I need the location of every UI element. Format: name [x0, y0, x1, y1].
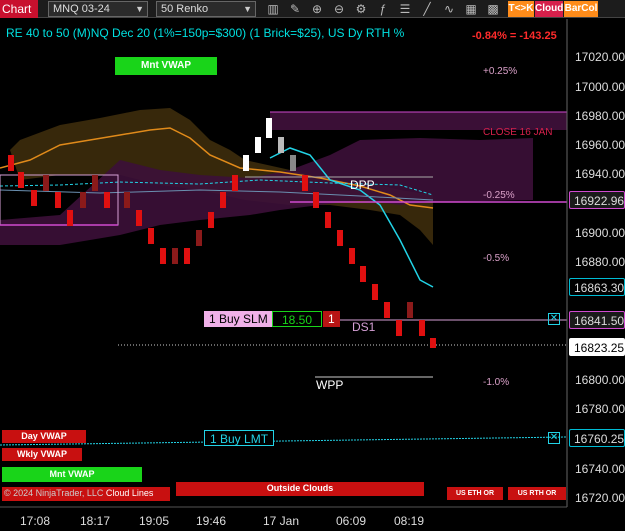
time-label: 19:05	[139, 514, 170, 528]
ds1-label: DS1	[352, 320, 376, 334]
wpp-label: WPP	[316, 378, 344, 392]
wkly-vwap-tag: Wkly VWAP	[2, 448, 82, 461]
price-tag-cyan: 16863.30	[569, 278, 625, 296]
close-order-icon[interactable]: ✕	[548, 313, 560, 325]
pct-label-minus-025: -0.25%	[483, 190, 515, 201]
price-label: 16720.00	[575, 491, 625, 505]
outside-clouds-tag: Outside Clouds	[176, 482, 424, 496]
us-rth-or-tag: US RTH OR	[508, 487, 566, 500]
day-vwap-tag: Day VWAP	[2, 430, 86, 443]
buy-slm-price[interactable]: 18.50	[272, 311, 322, 327]
time-label: 19:46	[196, 514, 227, 528]
pct-label-plus-025: +0.25%	[483, 66, 518, 77]
pnl-readout: -0.84% = -143.25	[472, 30, 557, 42]
buy-slm-order-label[interactable]: 1 Buy SLM	[204, 311, 273, 327]
price-label: 16960.00	[575, 138, 625, 152]
close-order-icon[interactable]: ✕	[548, 432, 560, 444]
close-label: CLOSE 16 JAN	[483, 127, 553, 138]
price-label: 16740.00	[575, 462, 625, 476]
price-label: 16780.00	[575, 402, 625, 416]
time-label: 08:19	[394, 514, 425, 528]
time-label: 17:08	[20, 514, 51, 528]
price-label: 17020.00	[575, 50, 625, 64]
price-label: 16900.00	[575, 226, 625, 240]
time-label: 06:09	[336, 514, 367, 528]
price-tag-current: 16823.25	[569, 338, 625, 356]
us-eth-or-tag: US ETH OR	[447, 487, 503, 500]
buy-slm-qty[interactable]: 1	[323, 311, 340, 327]
buy-lmt-order-label[interactable]: 1 Buy LMT	[204, 430, 275, 446]
price-label: 17000.00	[575, 80, 625, 94]
price-label: 16800.00	[575, 373, 625, 387]
dpp-label: DPP	[350, 178, 375, 192]
cloud-lines-tag: © 2024 NinjaTrader, LLC Cloud Lines	[2, 487, 170, 501]
price-tag-ds1: 16841.50	[569, 311, 625, 329]
chart-drawing	[0, 19, 568, 508]
price-tag-pivot: 16922.96	[569, 191, 625, 209]
price-label: 16940.00	[575, 167, 625, 181]
pct-label-minus-05: -0.5%	[483, 253, 510, 264]
chart-title: RE 40 to 50 (M)NQ Dec 20 (1%=150p=$300) …	[6, 26, 405, 40]
price-label: 16980.00	[575, 109, 625, 123]
pct-label-minus-1: -1.0%	[483, 377, 510, 388]
price-tag-lmt: 16760.25	[569, 429, 625, 447]
mnt-vwap-bottom-tag: Mnt VWAP	[2, 467, 142, 482]
price-label: 16880.00	[575, 255, 625, 269]
cloud-lines-text: Cloud Lines	[105, 488, 154, 498]
copyright-text: © 2024 NinjaTrader, LLC	[4, 488, 104, 498]
mnt-vwap-tag: Mnt VWAP	[115, 57, 217, 75]
time-label: 18:17	[80, 514, 111, 528]
time-label: 17 Jan	[263, 514, 300, 528]
